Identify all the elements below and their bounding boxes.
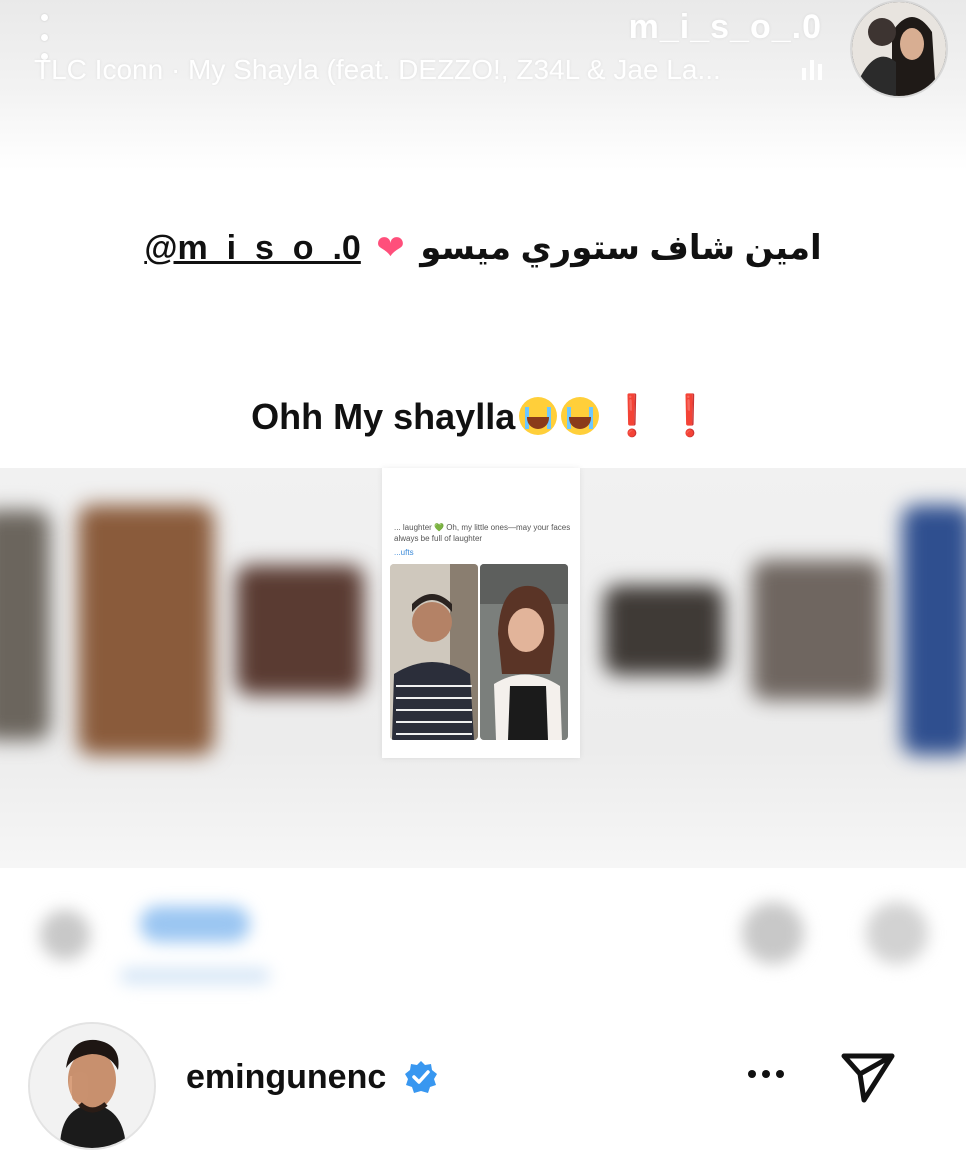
blurred-thumbnail xyxy=(78,505,214,755)
post-link[interactable]: ...ufts xyxy=(394,548,414,557)
author-avatar[interactable] xyxy=(28,1022,156,1150)
post-snippet: ... laughter 💚 Oh, my little ones—may yo… xyxy=(394,523,571,543)
music-title[interactable]: TLC Iconn · My Shayla (feat. DEZZO!, Z34… xyxy=(34,54,822,86)
exclamation-icon: ❗ xyxy=(607,394,658,438)
exclamation-icon: ❗ xyxy=(665,394,715,438)
caption-label: Ohh My shaylla xyxy=(251,396,516,437)
author-username[interactable]: emingunenc xyxy=(186,1058,386,1097)
blurred-thumbnail xyxy=(902,505,966,755)
crying-face-icon xyxy=(519,397,558,435)
more-options-icon[interactable] xyxy=(748,1070,784,1078)
blurred-thumbnail xyxy=(0,510,50,740)
mention-link[interactable]: @m_i_s_o_.0 xyxy=(144,229,361,267)
post-author-bar: emingunenc xyxy=(0,1012,966,1160)
blurred-thumbnail xyxy=(752,560,882,700)
crying-face-icon xyxy=(561,397,600,435)
caption-text: Ohh My shaylla ❗ ❗ xyxy=(0,392,966,439)
music-bars-icon xyxy=(802,60,822,80)
send-icon[interactable] xyxy=(838,1046,898,1106)
blurred-action-row xyxy=(0,880,966,990)
arabic-story-text: امين شاف ستوري ميسو ❤ @m_i_s_o_.0 xyxy=(0,228,966,268)
heart-icon: ❤ xyxy=(376,229,405,267)
blurred-thumbnail xyxy=(604,585,724,675)
story-avatar[interactable] xyxy=(850,0,948,98)
arabic-text: امين شاف ستوري ميسو xyxy=(420,229,822,267)
post-photo-woman xyxy=(480,564,568,740)
shared-post-card[interactable]: ... laughter 💚 Oh, my little ones—may yo… xyxy=(382,468,580,758)
story-username[interactable]: m_i_s_o_.0 xyxy=(629,8,822,47)
blurred-thumbnail xyxy=(236,565,364,695)
post-photo-man xyxy=(390,564,478,740)
verified-badge-icon xyxy=(405,1061,437,1093)
